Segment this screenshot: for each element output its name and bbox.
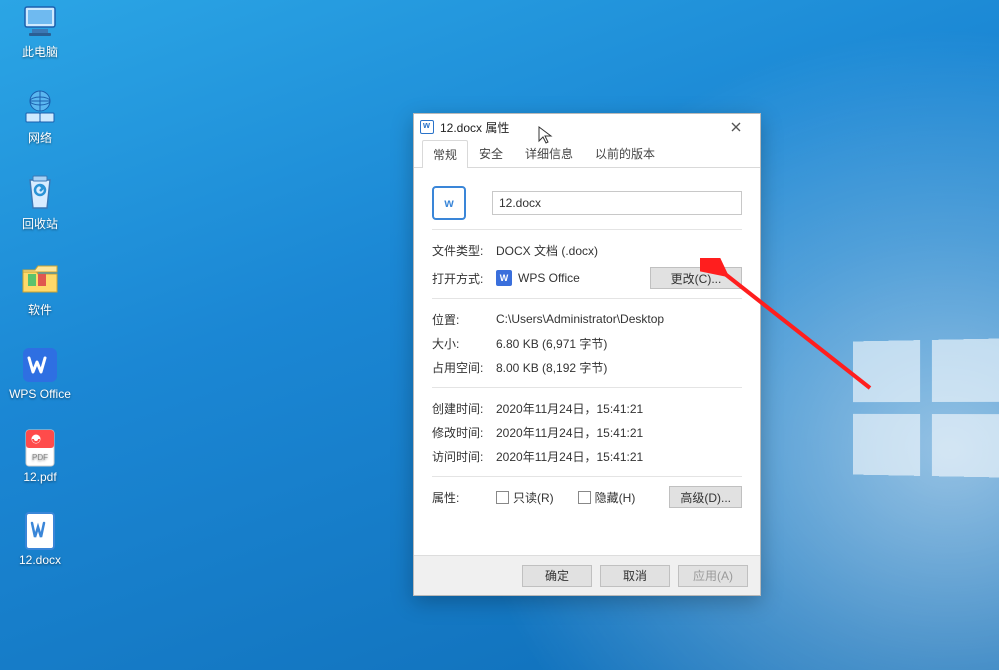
label-openwith: 打开方式:	[432, 270, 496, 287]
desktop-icon-software-folder[interactable]: 软件	[0, 260, 80, 318]
label-modified: 修改时间:	[432, 424, 496, 441]
desktop-icon-12-docx[interactable]: 12.docx	[0, 512, 80, 567]
label-filetype: 文件类型:	[432, 242, 496, 259]
desktop-icon-label: 此电脑	[22, 43, 58, 60]
apply-button[interactable]: 应用(A)	[678, 565, 748, 587]
network-icon	[20, 88, 60, 126]
label-disksize: 占用空间:	[432, 359, 496, 376]
tab-details[interactable]: 详细信息	[514, 139, 584, 167]
checkbox-hidden[interactable]: 隐藏(H)	[578, 489, 636, 506]
value-modified: 2020年11月24日，15:41:21	[496, 424, 742, 441]
desktop-icon-wps-office[interactable]: WPS Office	[0, 346, 80, 401]
label-size: 大小:	[432, 335, 496, 352]
desktop-icon-label: 网络	[28, 129, 52, 146]
tab-previous-versions[interactable]: 以前的版本	[584, 139, 666, 167]
value-location: C:\Users\Administrator\Desktop	[496, 312, 742, 326]
tab-general[interactable]: 常规	[422, 140, 468, 168]
recycle-bin-icon	[20, 174, 60, 212]
desktop-icon-network[interactable]: 网络	[0, 88, 80, 146]
titlebar-file-icon	[420, 120, 434, 134]
openwith-app-name: WPS Office	[518, 271, 580, 285]
value-accessed: 2020年11月24日，15:41:21	[496, 448, 742, 465]
file-type-icon: w	[432, 186, 466, 220]
windows-logo-backdrop	[853, 338, 999, 477]
cancel-button[interactable]: 取消	[600, 565, 670, 587]
checkbox-readonly[interactable]: 只读(R)	[496, 489, 554, 506]
computer-icon	[20, 2, 60, 40]
folder-icon	[20, 260, 60, 298]
value-filetype: DOCX 文档 (.docx)	[496, 242, 742, 259]
desktop-icon-this-pc[interactable]: 此电脑	[0, 2, 80, 60]
value-created: 2020年11月24日，15:41:21	[496, 400, 742, 417]
label-created: 创建时间:	[432, 400, 496, 417]
filename-input[interactable]: 12.docx	[492, 191, 742, 215]
tab-security[interactable]: 安全	[468, 139, 514, 167]
label-attributes: 属性:	[432, 489, 496, 506]
change-button[interactable]: 更改(C)...	[650, 267, 742, 289]
close-button[interactable]	[718, 116, 754, 138]
desktop-icon-label: 12.pdf	[23, 470, 56, 484]
close-icon	[731, 122, 741, 132]
label-accessed: 访问时间:	[432, 448, 496, 465]
desktop-icon-12-pdf[interactable]: PDF 12.pdf	[0, 429, 80, 484]
advanced-button[interactable]: 高级(D)...	[669, 486, 742, 508]
value-openwith: W WPS Office	[496, 270, 650, 286]
checkbox-box-icon	[578, 491, 591, 504]
pdf-file-icon: PDF	[20, 429, 60, 467]
titlebar[interactable]: 12.docx 属性	[414, 114, 760, 140]
tab-strip: 常规 安全 详细信息 以前的版本	[414, 140, 760, 168]
wps-app-icon: W	[496, 270, 512, 286]
checkbox-readonly-label: 只读(R)	[513, 489, 554, 506]
desktop-icon-label: WPS Office	[9, 387, 71, 401]
titlebar-title: 12.docx 属性	[440, 119, 718, 136]
docx-file-icon	[20, 512, 60, 550]
desktop-icon-label: 回收站	[22, 215, 58, 232]
svg-text:PDF: PDF	[32, 453, 48, 462]
desktop-icon-label: 软件	[28, 301, 52, 318]
value-disksize: 8.00 KB (8,192 字节)	[496, 359, 742, 376]
desktop-icon-label: 12.docx	[19, 553, 61, 567]
general-panel: w 12.docx 文件类型: DOCX 文档 (.docx) 打开方式: W …	[414, 168, 760, 516]
wps-office-icon	[20, 346, 60, 384]
desktop-icon-recycle-bin[interactable]: 回收站	[0, 174, 80, 232]
ok-button[interactable]: 确定	[522, 565, 592, 587]
value-size: 6.80 KB (6,971 字节)	[496, 335, 742, 352]
dialog-footer: 确定 取消 应用(A)	[414, 555, 760, 595]
label-location: 位置:	[432, 311, 496, 328]
properties-dialog: 12.docx 属性 常规 安全 详细信息 以前的版本 w 12.docx 文件…	[413, 113, 761, 596]
desktop-icon-column: 此电脑 网络 回收站	[0, 2, 80, 595]
checkbox-hidden-label: 隐藏(H)	[595, 489, 636, 506]
checkbox-box-icon	[496, 491, 509, 504]
